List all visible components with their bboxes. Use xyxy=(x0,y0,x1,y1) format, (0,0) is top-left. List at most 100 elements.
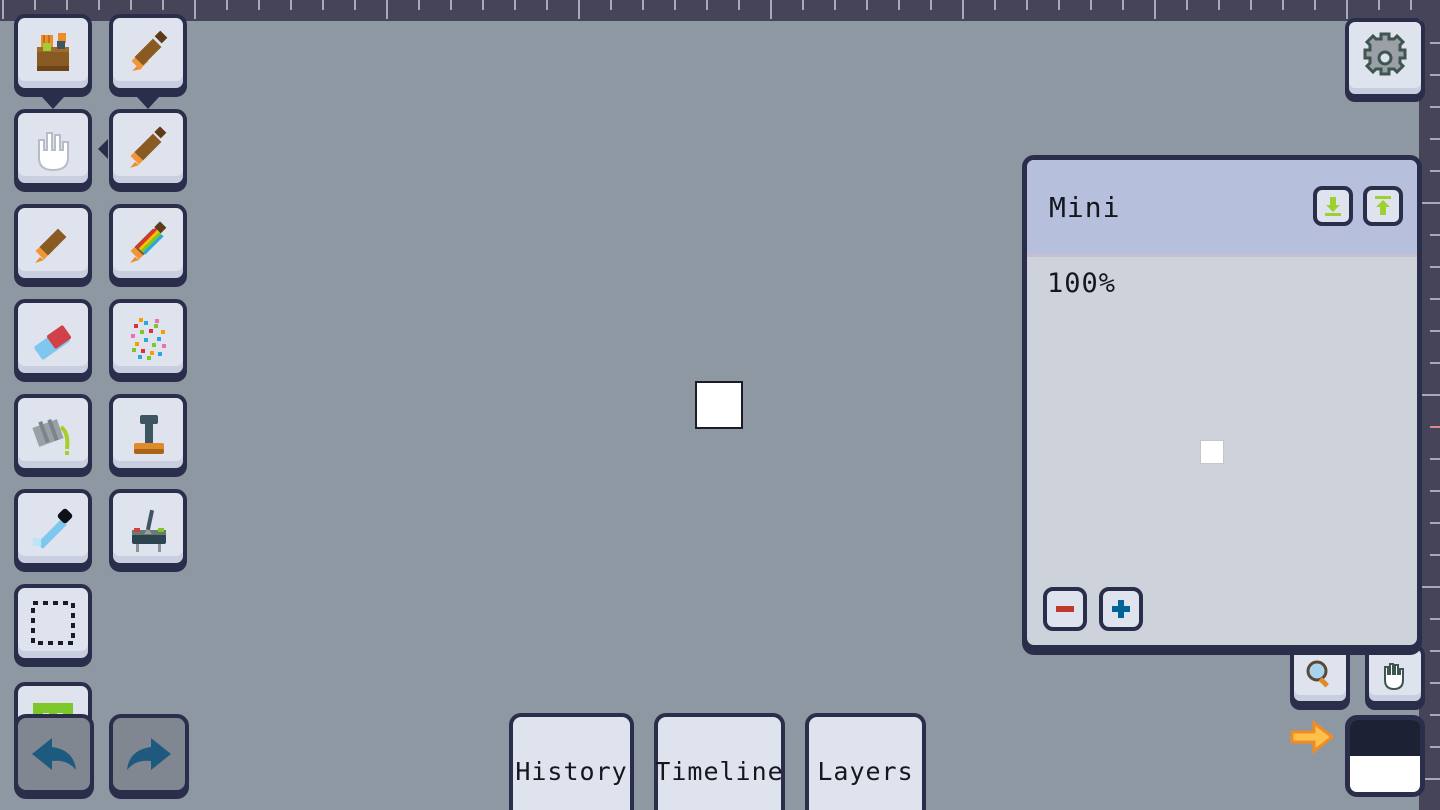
ruler-tick xyxy=(866,0,868,10)
arrow-down-icon xyxy=(1325,197,1341,216)
ruler-tick xyxy=(1430,362,1440,364)
pan-tool-button[interactable] xyxy=(1365,645,1425,705)
ruler-tick xyxy=(1430,298,1440,300)
smudge-icon xyxy=(132,509,166,552)
ruler-tick xyxy=(1282,0,1284,10)
mini-panel-actions xyxy=(1313,186,1403,226)
tool-eraser[interactable] xyxy=(14,299,92,377)
ruler-position-marker xyxy=(1430,426,1440,428)
zoom-in-button[interactable] xyxy=(1099,587,1143,631)
ruler-tick xyxy=(1430,458,1440,460)
ruler-tick xyxy=(290,0,292,10)
ruler-tick xyxy=(1430,234,1440,236)
plus-icon xyxy=(1112,600,1130,618)
spray-icon xyxy=(131,318,166,360)
zoom-out-button[interactable] xyxy=(1043,587,1087,631)
tab-history-label: History xyxy=(515,757,628,786)
pencil-icon xyxy=(130,126,167,168)
tool-active-indicator xyxy=(98,139,108,159)
tool-pencil[interactable] xyxy=(109,109,187,187)
ruler-tick xyxy=(674,0,676,10)
primary-color[interactable] xyxy=(1350,720,1420,756)
ruler-tick xyxy=(1430,170,1440,172)
ruler-tick xyxy=(770,0,772,19)
minus-icon xyxy=(1056,606,1074,612)
ruler-tick xyxy=(354,0,356,10)
mini-panel-zoom-level: 100% xyxy=(1047,268,1117,299)
app-root: History Timeline Layers Mini 100% xyxy=(0,0,1440,810)
canvas-thumbnail[interactable] xyxy=(1200,440,1224,464)
ruler-tick xyxy=(1314,0,1316,10)
ruler-tick xyxy=(482,0,484,10)
tool-rainbow-pen[interactable] xyxy=(109,204,187,282)
ruler-tick xyxy=(1346,0,1348,19)
ruler-tick xyxy=(1430,746,1440,748)
horizontal-ruler[interactable] xyxy=(0,0,1440,21)
ruler-tick xyxy=(1430,522,1440,524)
ruler-tick xyxy=(1122,0,1124,10)
tab-layers-label: Layers xyxy=(817,757,914,786)
next-arrow-icon[interactable] xyxy=(1290,720,1334,754)
ruler-tick xyxy=(802,0,804,10)
mini-panel-zoom-controls xyxy=(1043,587,1143,631)
ruler-tick xyxy=(1430,490,1440,492)
mini-panel-collapse-button[interactable] xyxy=(1313,186,1353,226)
ruler-tick xyxy=(1026,0,1028,10)
mini-panel-titlebar[interactable]: Mini xyxy=(1027,160,1417,257)
ruler-tick xyxy=(226,0,228,10)
undo-button[interactable] xyxy=(14,714,94,794)
ruler-tick xyxy=(514,0,516,10)
ruler-tick xyxy=(962,0,964,19)
undo-arrow-icon xyxy=(32,738,76,770)
redo-button[interactable] xyxy=(109,714,189,794)
arrow-up-icon xyxy=(1375,196,1391,215)
ruler-tick xyxy=(994,0,996,10)
rainbow-pen-icon xyxy=(130,221,167,263)
tool-toolbox[interactable] xyxy=(14,14,92,92)
ruler-tick xyxy=(834,0,836,10)
ruler-tick xyxy=(930,0,932,10)
tool-submenu-indicator[interactable] xyxy=(137,97,159,109)
mini-panel[interactable]: Mini 100% xyxy=(1022,155,1422,650)
zoom-tool-button[interactable] xyxy=(1290,645,1350,705)
tool-brush[interactable] xyxy=(109,14,187,92)
ruler-tick xyxy=(610,0,612,10)
tool-spray[interactable] xyxy=(109,299,187,377)
tool-smudge[interactable] xyxy=(109,489,187,567)
magnifier-icon xyxy=(1306,660,1329,688)
tab-timeline[interactable]: Timeline xyxy=(654,713,785,810)
settings-button[interactable] xyxy=(1345,18,1425,98)
secondary-color[interactable] xyxy=(1350,756,1420,792)
tool-paint-bucket[interactable] xyxy=(14,394,92,472)
ruler-tick xyxy=(386,0,388,19)
tab-layers[interactable]: Layers xyxy=(805,713,926,810)
ruler-tick xyxy=(1378,0,1380,10)
tool-marker[interactable] xyxy=(14,204,92,282)
ruler-tick xyxy=(1218,0,1220,10)
ruler-tick xyxy=(1430,106,1440,108)
tool-hand[interactable] xyxy=(14,109,92,187)
eraser-icon xyxy=(34,325,71,360)
ruler-tick xyxy=(1090,0,1092,10)
tool-select[interactable] xyxy=(14,584,92,662)
ruler-tick xyxy=(1430,714,1440,716)
tab-history[interactable]: History xyxy=(509,713,634,810)
ruler-tick xyxy=(642,0,644,10)
tool-submenu-indicator[interactable] xyxy=(42,97,64,109)
tool-stamp[interactable] xyxy=(109,394,187,472)
ruler-tick xyxy=(738,0,740,10)
color-swatch[interactable] xyxy=(1345,715,1425,797)
ruler-corner xyxy=(1419,0,1440,21)
tab-timeline-label: Timeline xyxy=(655,757,784,786)
ruler-tick xyxy=(578,0,580,19)
ruler-tick xyxy=(1186,0,1188,10)
ruler-tick xyxy=(1430,682,1440,684)
mini-panel-title: Mini xyxy=(1049,190,1121,224)
ruler-tick xyxy=(322,0,324,10)
hand-icon xyxy=(1384,663,1404,691)
artboard[interactable] xyxy=(695,381,743,429)
ruler-tick xyxy=(1421,586,1440,588)
mini-panel-expand-button[interactable] xyxy=(1363,186,1403,226)
tool-eyedropper[interactable] xyxy=(14,489,92,567)
redo-arrow-icon xyxy=(127,738,171,770)
